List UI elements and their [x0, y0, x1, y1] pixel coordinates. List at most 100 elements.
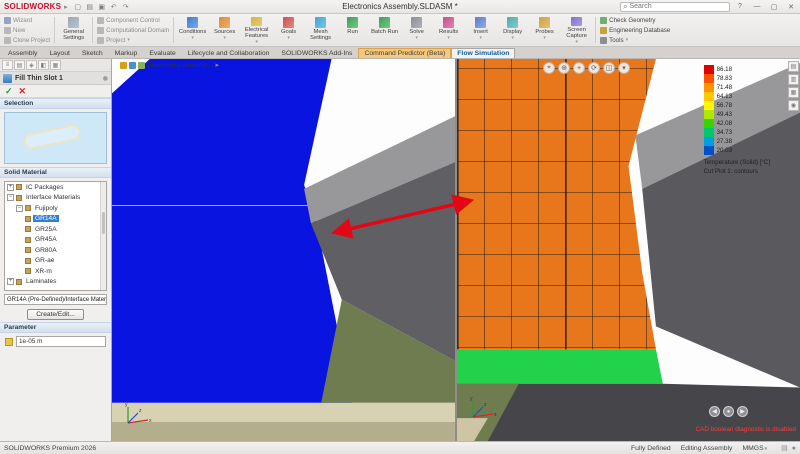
- configurations-icon[interactable]: ◈: [26, 60, 37, 70]
- ribbon-item-engineering-database[interactable]: Engineering Database: [600, 26, 670, 35]
- confirm-button[interactable]: ✓: [5, 86, 13, 97]
- viewport-model[interactable]: Electronics Assembl... ▸ y x z: [112, 59, 455, 441]
- viewport-results[interactable]: ⌖⊕+⟳◫▾ ▤▥▦◉ 86.1878.8371.4864.1356.7849.…: [457, 59, 800, 441]
- ribbon-button-electrical-features[interactable]: Electrical Features▾: [241, 15, 272, 45]
- ribbon-button-probes[interactable]: Probes▾: [529, 15, 560, 45]
- view-settings-icon[interactable]: ▾: [618, 62, 630, 74]
- plot-notes-icon[interactable]: ▥: [788, 74, 799, 85]
- ribbon-button-screen-capture[interactable]: Screen Capture▾: [561, 15, 592, 45]
- assembly-icon: [120, 62, 127, 69]
- tree-item-laminates[interactable]: +Laminates: [5, 277, 106, 288]
- ribbon-item-clone-project[interactable]: Clone Project: [4, 36, 50, 45]
- zoom-area-icon[interactable]: ⊕: [558, 62, 570, 74]
- tab-command-predictor-beta[interactable]: Command Predictor (Beta): [358, 48, 451, 58]
- selection-preview[interactable]: [4, 112, 107, 164]
- open-file-icon[interactable]: ▤: [85, 3, 95, 11]
- tab-layout[interactable]: Layout: [43, 48, 75, 58]
- ribbon-item-tools[interactable]: Tools▾: [600, 36, 670, 45]
- camera-icon[interactable]: ◉: [788, 100, 799, 111]
- material-tree[interactable]: +IC Packages−Interface Materials−Fujipol…: [4, 181, 107, 291]
- pan-icon[interactable]: +: [573, 62, 585, 74]
- section-header-selection[interactable]: Selection: [0, 98, 111, 109]
- tab-flow-simulation[interactable]: Flow Simulation: [451, 48, 515, 58]
- tree-item-gr80a[interactable]: GR80A: [5, 245, 106, 256]
- tree-item-interface-materials[interactable]: −Interface Materials: [5, 193, 106, 204]
- menu-expand-caret[interactable]: ▸: [64, 3, 68, 11]
- tree-item-gr14a[interactable]: GR14A: [5, 214, 106, 225]
- ribbon-button-goals[interactable]: Goals▾: [273, 15, 304, 45]
- ribbon-item-check-geometry[interactable]: Check Geometry: [600, 16, 670, 25]
- search-input[interactable]: [629, 3, 719, 10]
- zoom-fit-icon[interactable]: ⌖: [543, 62, 555, 74]
- redo-icon[interactable]: ↷: [121, 3, 131, 11]
- ribbon-button-run[interactable]: Run: [337, 15, 368, 45]
- create-edit-button[interactable]: Create/Edit...: [27, 309, 83, 320]
- feature-tree-flyout[interactable]: Electronics Assembl... ▸: [120, 61, 223, 69]
- tab-sketch[interactable]: Sketch: [76, 48, 109, 58]
- collapse-icon[interactable]: −: [16, 205, 23, 212]
- rotate-icon[interactable]: ⟳: [588, 62, 600, 74]
- save-icon[interactable]: ▣: [97, 3, 107, 11]
- ribbon-button-solve[interactable]: Solve▾: [401, 15, 432, 45]
- previous-icon[interactable]: ◀: [709, 406, 720, 417]
- search-box[interactable]: ⌕: [620, 2, 730, 12]
- tab-markup[interactable]: Markup: [109, 48, 144, 58]
- mesh-display-icon[interactable]: ▦: [788, 87, 799, 98]
- tab-solidworks-add-ins[interactable]: SOLIDWORKS Add-Ins: [275, 48, 358, 58]
- tree-scrollbar-thumb[interactable]: [102, 212, 105, 234]
- ribbon-item-wizard[interactable]: Wizard: [4, 16, 50, 25]
- flyout-label[interactable]: Electronics Assembl...: [147, 62, 213, 69]
- tab-lifecycle-and-collaboration[interactable]: Lifecycle and Collaboration: [182, 48, 276, 58]
- viewport-splitter[interactable]: [455, 59, 457, 441]
- ribbon-item-new[interactable]: New: [4, 26, 50, 35]
- minimize-button[interactable]: —: [750, 3, 764, 10]
- collapse-icon[interactable]: −: [7, 194, 14, 201]
- ribbon-button-results[interactable]: Results▾: [433, 15, 464, 45]
- cancel-button[interactable]: ✕: [19, 86, 27, 97]
- ribbon-item-component-control[interactable]: Component Control: [97, 16, 169, 25]
- tab-evaluate[interactable]: Evaluate: [143, 48, 181, 58]
- ribbon-item-project[interactable]: Project▾: [97, 36, 169, 45]
- tree-item-gr45a[interactable]: GR45A: [5, 235, 106, 246]
- status-editing-assembly: Editing Assembly: [681, 445, 733, 452]
- record-icon[interactable]: ●: [723, 406, 734, 417]
- ribbon-button-mesh-settings[interactable]: Mesh Settings: [305, 15, 336, 45]
- ribbon-button-sources[interactable]: Sources▾: [209, 15, 240, 45]
- new-file-icon[interactable]: ▢: [73, 3, 83, 11]
- tree-item-gr-ae[interactable]: GR-ae: [5, 256, 106, 267]
- display-manager-icon[interactable]: ◧: [38, 60, 49, 70]
- ribbon-button-insert[interactable]: Insert▾: [465, 15, 496, 45]
- section-header-parameter[interactable]: Parameter: [0, 322, 111, 333]
- feature-tree-icon[interactable]: ≡: [2, 60, 13, 70]
- chevron-down-icon: ▾: [447, 35, 450, 41]
- tree-item-fujipoly[interactable]: −Fujipoly: [5, 203, 106, 214]
- expand-icon[interactable]: +: [7, 184, 14, 191]
- flyout-expand-caret[interactable]: ▸: [215, 61, 219, 69]
- section-view-icon[interactable]: ◫: [603, 62, 615, 74]
- help-icon[interactable]: ?: [733, 3, 747, 10]
- ribbon-button-general-settings[interactable]: General Settings: [58, 15, 89, 45]
- pin-icon[interactable]: ◉: [103, 75, 108, 82]
- ribbon-button-conditions[interactable]: Conditions▾: [177, 15, 208, 45]
- tree-item-gr25a[interactable]: GR25A: [5, 224, 106, 235]
- legend-value: 34.73: [717, 129, 732, 136]
- maximize-button[interactable]: ▢: [767, 3, 781, 11]
- next-icon[interactable]: ▶: [737, 406, 748, 417]
- tree-scrollbar[interactable]: [100, 182, 106, 290]
- undo-icon[interactable]: ↶: [109, 3, 119, 11]
- ribbon-button-display[interactable]: Display▾: [497, 15, 528, 45]
- ribbon-item-computational-domain[interactable]: Computational Domain: [97, 26, 169, 35]
- ribbon-item-label: Component Control: [106, 17, 160, 24]
- section-header-solid-material[interactable]: Solid Material: [0, 167, 111, 178]
- tab-assembly[interactable]: Assembly: [2, 48, 43, 58]
- expand-icon[interactable]: +: [7, 278, 14, 285]
- tree-item-ic-packages[interactable]: +IC Packages: [5, 182, 106, 193]
- property-manager-icon[interactable]: ▤: [14, 60, 25, 70]
- simulation-tree-icon[interactable]: ▦: [50, 60, 61, 70]
- parameter-value-field[interactable]: 1e-05 m: [16, 336, 106, 347]
- tree-item-xr-m[interactable]: XR-m: [5, 266, 106, 277]
- ribbon-button-batch-run[interactable]: Batch Run: [369, 15, 400, 45]
- legend-settings-icon[interactable]: ▤: [788, 61, 799, 72]
- status-units-selector[interactable]: MMGS▾: [742, 445, 767, 452]
- close-button[interactable]: ✕: [784, 3, 798, 11]
